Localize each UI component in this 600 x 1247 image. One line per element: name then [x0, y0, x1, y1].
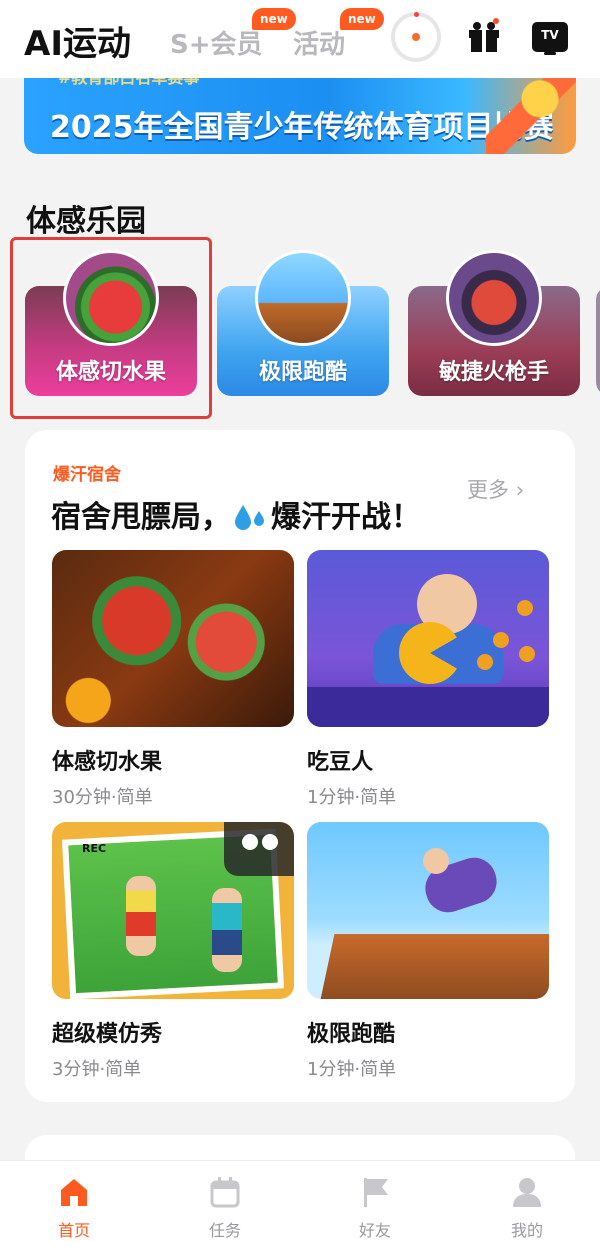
calendar-icon	[210, 1177, 240, 1208]
game-tile-pacman[interactable]: 吃豆人 1分钟·简单	[307, 550, 549, 809]
tab-ai-sport[interactable]: AI运动	[24, 16, 131, 65]
tile-meta: 1分钟·简单	[307, 1059, 397, 1080]
nav-friends[interactable]: 好友	[335, 1175, 415, 1241]
dancer	[126, 876, 156, 956]
new-badge: new	[252, 8, 296, 30]
chip-label: 极限跑酷	[258, 360, 347, 385]
tv-icon[interactable]: TV	[532, 22, 568, 55]
pacman-icon	[399, 622, 461, 684]
ring-icon[interactable]	[391, 12, 441, 62]
home-icon	[61, 1179, 87, 1206]
tile-meta: 1分钟·简单	[307, 787, 397, 808]
tile-name: 体感切水果	[52, 750, 163, 775]
nav-label: 任务	[208, 1221, 241, 1240]
mimic-show-thumbnail: REC	[52, 822, 294, 999]
dancer	[212, 888, 242, 972]
dorm-card: 爆汗宿舍 宿舍甩膘局， 爆汗开战！ 更多 › 体感切水果 30分钟·简单 吃豆人…	[25, 430, 575, 1102]
section-title: 体感乐园	[26, 204, 146, 239]
gift-icon[interactable]	[466, 18, 502, 54]
user-icon	[513, 1178, 541, 1207]
pellet	[493, 632, 509, 648]
pellet	[477, 654, 493, 670]
new-badge: new	[340, 8, 384, 30]
top-header: AI运动 S+会员 new 活动 new TV	[0, 0, 600, 78]
game-chip-parkour[interactable]: 极限跑酷	[217, 250, 389, 400]
more-label: 更多	[467, 478, 509, 502]
game-tile-parkour[interactable]: 极限跑酷 1分钟·简单	[307, 822, 549, 1081]
tile-meta: 30分钟·简单	[52, 787, 153, 808]
tab-activity[interactable]: 活动	[293, 24, 345, 61]
tile-meta: 3分钟·简单	[52, 1059, 142, 1080]
game-tile-mimic[interactable]: REC 超级模仿秀 3分钟·简单	[52, 822, 294, 1081]
nav-tasks[interactable]: 任务	[185, 1175, 265, 1241]
highlight-box	[10, 237, 212, 419]
more-link[interactable]: 更多 ›	[467, 474, 524, 504]
game-chip-gunner[interactable]: 敏捷火枪手	[408, 250, 580, 400]
rec-label: REC	[82, 842, 107, 855]
card-heading: 宿舍甩膘局， 爆汗开战！	[51, 492, 421, 536]
game-chip-partial[interactable]	[596, 286, 600, 396]
pellet	[519, 646, 535, 662]
pacman-thumbnail	[307, 550, 549, 727]
runner-head	[423, 848, 449, 874]
rooftop	[319, 934, 549, 999]
bottom-nav: 首页 任务 好友 我的	[0, 1160, 600, 1247]
nav-label: 首页	[57, 1221, 90, 1240]
two-persons-icon	[224, 822, 294, 876]
card-tag: 爆汗宿舍	[53, 465, 121, 485]
nav-label: 我的	[510, 1221, 543, 1240]
fruit-ninja-thumbnail	[52, 550, 294, 727]
chevron-right-icon: ›	[515, 478, 525, 502]
banner-title: 2025年全国青少年传统体育项目比赛	[50, 110, 554, 145]
sweat-drops-icon	[235, 505, 264, 530]
game-tile-fruit[interactable]: 体感切水果 30分钟·简单	[52, 550, 294, 809]
nav-home[interactable]: 首页	[34, 1175, 114, 1241]
chip-label: 敏捷火枪手	[438, 360, 549, 385]
robot-icon	[446, 250, 542, 346]
nav-profile[interactable]: 我的	[487, 1175, 567, 1241]
parkour-thumbnail	[307, 822, 549, 999]
tile-name: 超级模仿秀	[52, 1022, 163, 1047]
nav-label: 好友	[358, 1221, 391, 1240]
heading-right: 爆汗开战！	[271, 500, 421, 535]
heading-left: 宿舍甩膘局，	[51, 500, 231, 535]
flag-icon	[364, 1178, 388, 1207]
tab-vip[interactable]: S+会员	[170, 24, 263, 61]
runner-icon	[255, 250, 351, 346]
tile-name: 极限跑酷	[307, 1022, 396, 1047]
pellet	[517, 600, 533, 616]
tile-name: 吃豆人	[307, 750, 374, 775]
floor	[307, 687, 549, 727]
